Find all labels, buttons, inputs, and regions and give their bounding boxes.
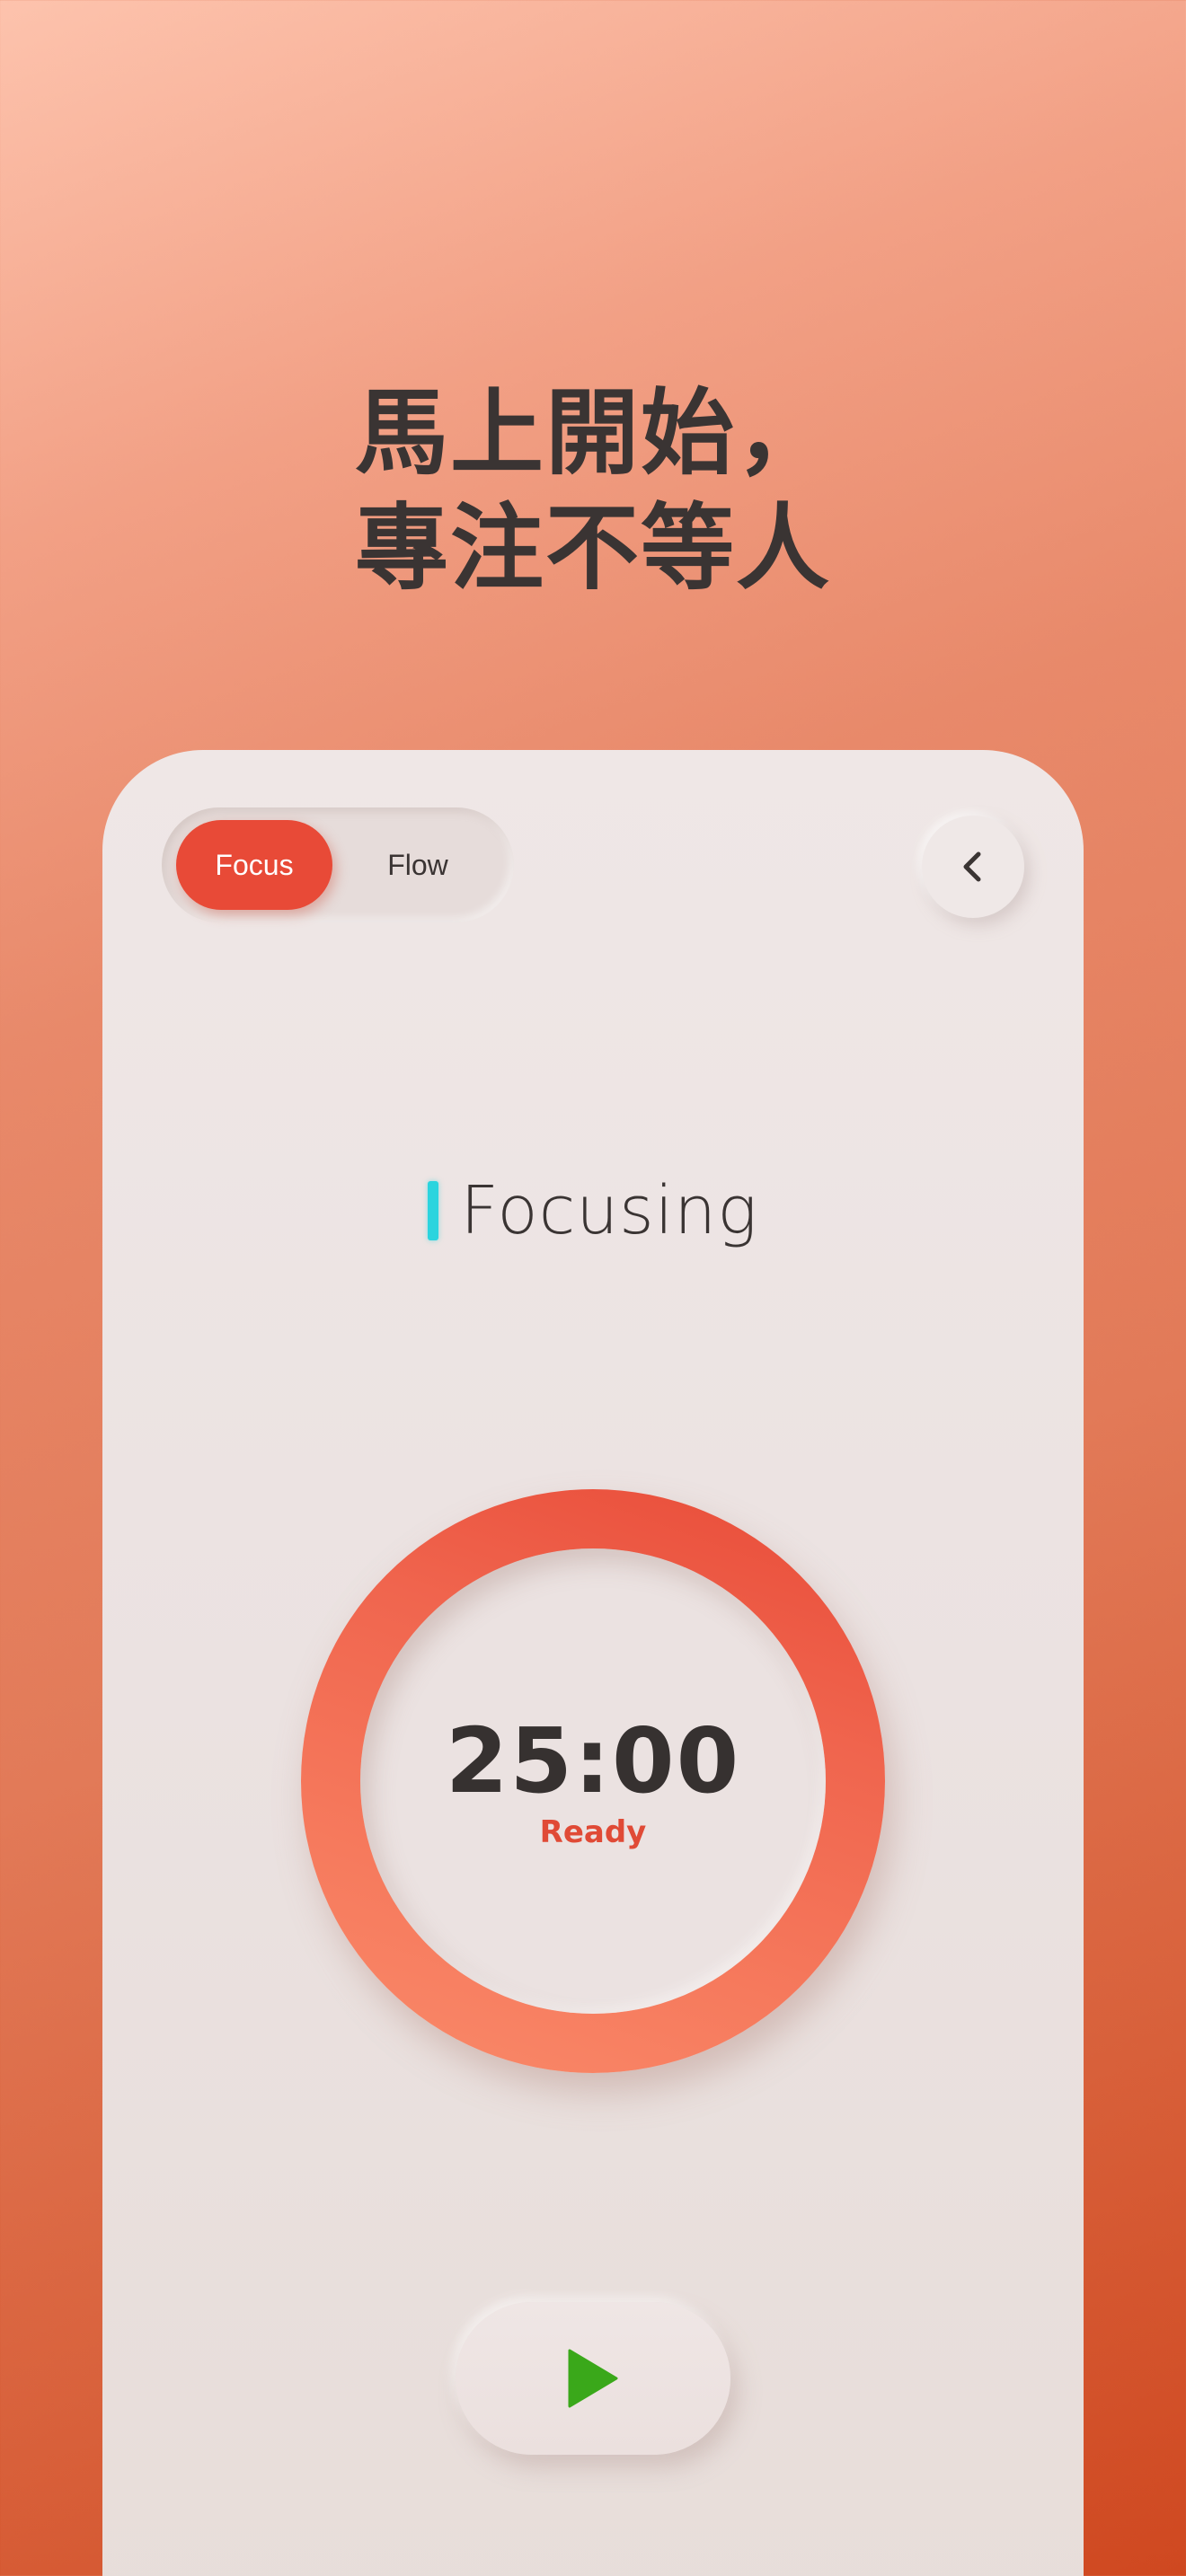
- status-indicator: [428, 1181, 439, 1240]
- timer-face: 25:00 Ready: [360, 1548, 826, 2014]
- timer-state: Ready: [539, 1814, 647, 1850]
- session-status: Focusing: [102, 1172, 1084, 1249]
- timer-display: 25:00: [445, 1708, 741, 1813]
- mode-toggle: Focus Flow: [162, 807, 514, 922]
- play-icon: [568, 2349, 618, 2408]
- timer-ring: 25:00 Ready: [301, 1489, 885, 2073]
- play-button[interactable]: [456, 2302, 730, 2455]
- back-button[interactable]: [922, 816, 1024, 918]
- promo-headline: 馬上開始， 專注不等人: [0, 375, 1186, 605]
- headline-line-1: 馬上開始，: [354, 378, 831, 488]
- headline-line-2: 專注不等人: [354, 493, 831, 603]
- app-screen-card: Focus Flow Focusing 25:00 Ready: [102, 750, 1084, 2576]
- flow-mode-button[interactable]: Flow: [341, 820, 494, 910]
- chevron-left-icon: [963, 851, 981, 882]
- status-label: Focusing: [460, 1172, 758, 1249]
- focus-mode-button[interactable]: Focus: [176, 820, 332, 910]
